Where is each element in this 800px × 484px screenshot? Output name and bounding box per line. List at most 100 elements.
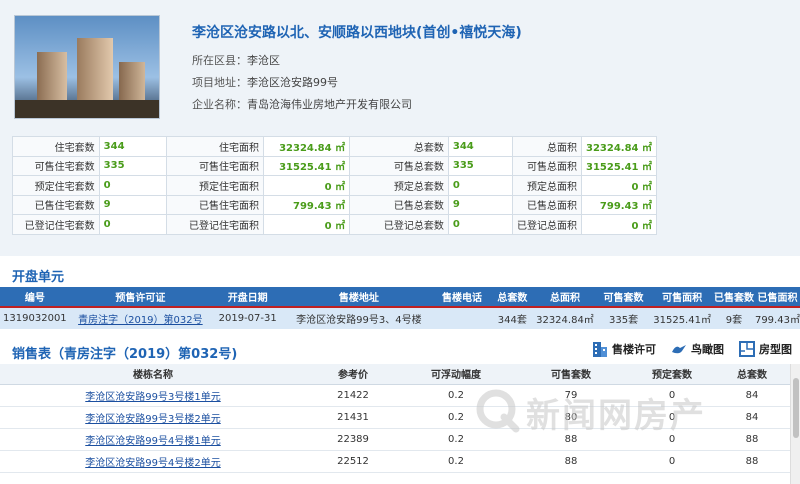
stats-value: 335 [98,155,168,176]
stats-value: 344 [447,136,513,157]
stats-label: 已售住宅套数 [12,194,100,215]
sold-units: 9套 [713,307,755,329]
total-units: 84 [714,384,790,407]
open-unit-row[interactable]: 1319032001 青房注字（2019）第032号 2019-07-31 李沧… [0,307,800,329]
stats-row: 预定住宅套数 0 预定住宅面积 0 ㎡预定总套数 0 预定总面积 0 ㎡ [12,175,658,196]
sales-toolbar: 售楼许可 鸟瞰图 房型图 [591,340,792,358]
open-units-header: 总面积 [534,287,596,308]
layout-tool-label: 房型图 [759,343,792,356]
reserved-units: 0 [630,384,714,407]
stats-value: 799.43 ㎡ [580,194,658,215]
stats-value: 335 [447,155,513,176]
aerial-tool-button[interactable]: 鸟瞰图 [670,340,724,358]
stats-label: 已登记总套数 [349,214,449,235]
open-units-header: 已售套数 [713,287,755,308]
available-units: 80 [512,406,630,429]
sales-row: 李沧区沧安路99号4号楼2单元 22512 0.2 88 0 88 [0,450,790,473]
sales-header: 楼栋名称 [0,364,306,385]
sales-row: 李沧区沧安路99号3号楼2单元 21431 0.2 80 0 84 [0,406,790,429]
stats-label: 已登记住宅套数 [12,214,100,235]
stats-value: 31525.41 ㎡ [580,155,658,176]
stats-label: 总套数 [349,136,449,157]
sales-phone [433,307,491,329]
layout-tool-button[interactable]: 房型图 [738,340,792,358]
stats-row: 已售住宅套数 9 已售住宅面积 799.43 ㎡已售总套数 9 已售总面积 799.43 ㎡ [12,194,658,215]
project-header: 李沧区沧安路以北、安顺路以西地块(首创•禧悦天海) 所在区县：李沧区 项目地址：… [0,0,800,256]
company-row: 企业名称：青岛沧海伟业房地产开发有限公司 [192,96,412,112]
total-units: 88 [714,428,790,451]
stats-label: 已售总面积 [511,194,582,215]
stats-label: 预定总面积 [511,175,582,196]
float-range: 0.2 [400,428,512,451]
sales-header: 可浮动幅度 [400,364,512,385]
building-link[interactable]: 李沧区沧安路99号3号楼2单元 [85,414,220,425]
stats-label: 预定住宅套数 [12,175,100,196]
vertical-scrollbar[interactable] [790,364,800,484]
address-label: 项目地址： [192,76,247,89]
building-name-cell: 李沧区沧安路99号3号楼1单元 [0,384,306,407]
address-row: 项目地址：李沧区沧安路99号 [192,74,338,90]
stats-value: 0 ㎡ [263,175,351,196]
stats-value: 799.43 ㎡ [263,194,351,215]
available-units: 79 [512,384,630,407]
building-link[interactable]: 李沧区沧安路99号4号楼2单元 [85,458,220,469]
stats-label: 已售总套数 [349,194,449,215]
stats-row: 可售住宅套数 335 可售住宅面积 31525.41 ㎡可售总套数 335 可售总面积 31… [12,155,658,176]
sales-header: 预定套数 [630,364,714,385]
reserved-units: 0 [630,450,714,473]
address-value: 李沧区沧安路99号 [247,76,338,89]
permit-cell: 青房注字（2019）第032号 [69,307,212,329]
stats-label: 可售住宅面积 [166,155,265,176]
open-units-header: 已售面积 [754,287,800,308]
photo-ground [15,100,159,118]
sales-header: 可售套数 [512,364,630,385]
reference-price: 21431 [306,406,400,429]
building-link[interactable]: 李沧区沧安路99号4号楼1单元 [85,436,220,447]
sold-area: 799.43㎡ [754,307,800,329]
permit-link[interactable]: 青房注字（2019）第032号 [78,315,203,326]
stats-label: 可售总套数 [349,155,449,176]
reserved-units: 0 [630,406,714,429]
stats-value: 0 [447,214,513,235]
float-range: 0.2 [400,406,512,429]
stats-label: 可售总面积 [511,155,582,176]
stats-value: 32324.84 ㎡ [580,136,658,157]
stats-value: 0 ㎡ [580,175,658,196]
unit-id: 1319032001 [0,307,70,329]
float-range: 0.2 [400,450,512,473]
stats-label: 住宅套数 [12,136,100,157]
sales-row: 李沧区沧安路99号3号楼1单元 21422 0.2 79 0 84 [0,384,790,407]
stats-label: 住宅面积 [166,136,265,157]
stats-value: 0 [98,214,168,235]
sales-table-title: 销售表（青房注字（2019）第032号) [12,347,238,362]
stats-value: 344 [98,136,168,157]
reference-price: 21422 [306,384,400,407]
district-value: 李沧区 [247,54,280,67]
stats-value: 0 ㎡ [580,214,658,235]
avail-units: 335套 [595,307,652,329]
building-link[interactable]: 李沧区沧安路99号3号楼1单元 [85,392,220,403]
total-units: 88 [714,450,790,473]
stats-table: 住宅套数 344 住宅面积 32324.84 ㎡总套数 344 总面积 32324.84 ㎡… [12,136,658,235]
scrollbar-thumb[interactable] [793,378,799,438]
stats-label: 已登记住宅面积 [166,214,265,235]
project-photo[interactable] [14,15,160,119]
stats-label: 预定总套数 [349,175,449,196]
open-units-header: 售楼电话 [433,287,491,308]
open-date: 2019-07-31 [211,307,285,329]
stats-label: 总面积 [511,136,582,157]
company-value: 青岛沧海伟业房地产开发有限公司 [247,98,412,111]
permit-tool-label: 售楼许可 [612,343,656,356]
open-units-table: 编号 预售许可证 开盘日期 售楼地址 售楼电话 总套数 总面积 可售套数 可售面积 已售套数 已售面… [0,287,800,329]
open-units-header: 可售面积 [651,287,714,308]
stats-label: 预定住宅面积 [166,175,265,196]
stats-value: 32324.84 ㎡ [263,136,351,157]
building-name-cell: 李沧区沧安路99号4号楼1单元 [0,428,306,451]
company-label: 企业名称： [192,98,247,111]
reference-price: 22512 [306,450,400,473]
stats-label: 可售住宅套数 [12,155,100,176]
permit-tool-button[interactable]: 售楼许可 [591,340,656,358]
sales-header: 总套数 [714,364,790,385]
open-units-header: 编号 [0,287,70,308]
sales-header: 参考价 [306,364,400,385]
